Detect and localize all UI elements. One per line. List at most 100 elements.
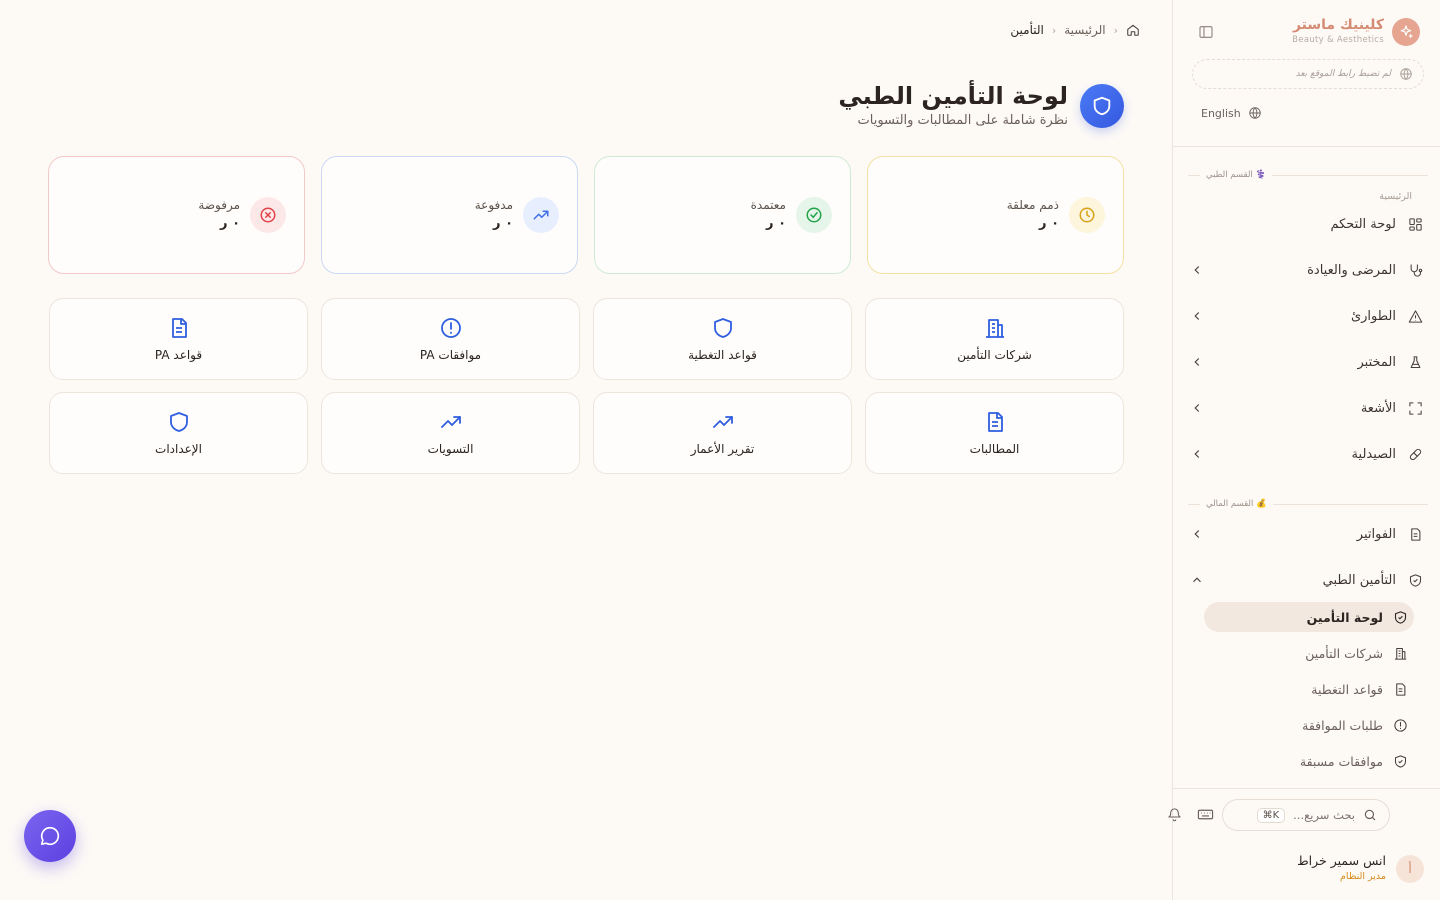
trending-up-icon bbox=[439, 410, 463, 434]
x-circle-icon bbox=[250, 197, 286, 233]
sidebar-item-label: التأمين الطبي bbox=[1322, 572, 1396, 588]
stat-label: مرفوضة bbox=[198, 198, 240, 212]
sidebar-item-emergency[interactable]: الطوارئ bbox=[1188, 301, 1424, 331]
sidebar-item-pharmacy[interactable]: الصيدلية bbox=[1188, 439, 1424, 469]
shield-check-icon bbox=[1393, 754, 1408, 769]
sidebar-item-insurance[interactable]: التأمين الطبي bbox=[1188, 565, 1424, 595]
tile-insurance-companies[interactable]: شركات التأمين bbox=[865, 298, 1124, 380]
tile-label: شركات التأمين bbox=[957, 348, 1032, 362]
shield-check-icon bbox=[1393, 610, 1408, 625]
stat-value: ٠ ر bbox=[766, 216, 786, 231]
shield-icon bbox=[711, 316, 735, 340]
sidebar-sub-label: قواعد التغطية bbox=[1311, 681, 1383, 697]
chevron-left-icon: ‹ bbox=[1051, 23, 1057, 37]
keyboard-icon[interactable] bbox=[1197, 806, 1214, 823]
sidebar: كلينيك ماستر Beauty & Aesthetics لم تضبط… bbox=[1168, 0, 1440, 900]
tile-label: الإعدادات bbox=[155, 442, 202, 456]
sidebar-divider bbox=[1172, 788, 1440, 789]
sidebar-sub-coverage-rules[interactable]: قواعد التغطية bbox=[1204, 674, 1414, 704]
sidebar-sub-label: موافقات مسبقة bbox=[1299, 753, 1383, 769]
sidebar-item-label: الطوارئ bbox=[1350, 308, 1396, 324]
sidebar-toggle-icon[interactable] bbox=[1198, 24, 1214, 40]
brand[interactable]: كلينيك ماستر Beauty & Aesthetics bbox=[1188, 16, 1424, 48]
stat-card-pending: ذمم معلقة ٠ ر bbox=[867, 156, 1124, 274]
brand-tagline: Beauty & Aesthetics bbox=[1292, 35, 1384, 45]
tile-coverage-rules[interactable]: قواعد التغطية bbox=[593, 298, 852, 380]
chat-button[interactable] bbox=[24, 810, 76, 862]
sidebar-sub-approval-requests[interactable]: طلبات الموافقة bbox=[1204, 710, 1414, 740]
sidebar-item-dashboard[interactable]: لوحة التحكم bbox=[1188, 209, 1424, 239]
stat-label: معتمدة bbox=[750, 198, 786, 212]
document-icon bbox=[983, 410, 1007, 434]
home-icon[interactable] bbox=[1126, 23, 1140, 37]
building-icon bbox=[983, 316, 1007, 340]
sidebar-item-patients[interactable]: المرضى والعيادة bbox=[1188, 255, 1424, 285]
sidebar-sub-insurance-companies[interactable]: شركات التأمين bbox=[1204, 638, 1414, 668]
alert-circle-icon bbox=[439, 316, 463, 340]
tile-claims[interactable]: المطالبات bbox=[865, 392, 1124, 474]
section-finance-label: 💰 القسم المالي bbox=[1206, 499, 1267, 509]
stat-card-rejected: مرفوضة ٠ ر bbox=[48, 156, 305, 274]
language-switch[interactable]: English bbox=[1201, 106, 1262, 120]
home-group-label: الرئيسية bbox=[1379, 191, 1412, 202]
stat-value: ٠ ر bbox=[220, 216, 240, 231]
tile-label: المطالبات bbox=[969, 442, 1020, 456]
sidebar-sub-label: طلبات الموافقة bbox=[1302, 717, 1383, 733]
stat-label: ذمم معلقة bbox=[1006, 198, 1059, 212]
warning-triangle-icon bbox=[1406, 309, 1424, 324]
search-shortcut: ⌘K bbox=[1256, 807, 1286, 823]
sidebar-sub-pre-approvals[interactable]: موافقات مسبقة bbox=[1204, 746, 1414, 776]
quick-search-input[interactable]: بحث سريع... ⌘K bbox=[1222, 799, 1390, 831]
document-icon bbox=[1393, 682, 1408, 697]
sidebar-item-label: المرضى والعيادة bbox=[1307, 262, 1396, 278]
page-header: لوحة التأمين الطبي نظرة شاملة على المطال… bbox=[824, 82, 1124, 132]
building-icon bbox=[1393, 646, 1408, 661]
section-medical: ⚕️ القسم الطبي bbox=[1188, 170, 1428, 180]
breadcrumb: ‹ الرئيسية ‹ التأمين bbox=[1010, 23, 1140, 37]
stat-card-approved: معتمدة ٠ ر bbox=[594, 156, 851, 274]
clock-icon bbox=[1069, 197, 1105, 233]
sidebar-item-lab[interactable]: المختبر bbox=[1188, 347, 1424, 377]
tile-aging-report[interactable]: تقرير الأعمار bbox=[593, 392, 852, 474]
globe-icon bbox=[1249, 107, 1261, 119]
tile-settlements[interactable]: التسويات bbox=[321, 392, 580, 474]
trending-up-icon bbox=[523, 197, 559, 233]
site-link-field[interactable]: لم تضبط رابط الموقع بعد bbox=[1192, 59, 1424, 89]
chevron-left-icon: ‹ bbox=[1113, 23, 1118, 37]
language-label: English bbox=[1201, 106, 1241, 120]
sidebar-divider bbox=[1172, 146, 1440, 147]
breadcrumb-current: التأمين bbox=[1010, 23, 1044, 37]
flask-icon bbox=[1406, 355, 1424, 370]
tile-pa-rules[interactable]: قواعد PA bbox=[49, 298, 308, 380]
breadcrumb-home[interactable]: الرئيسية bbox=[1064, 23, 1105, 37]
user-role: مدير النظام bbox=[1340, 871, 1386, 882]
sidebar-item-radiology[interactable]: الأشعة bbox=[1188, 393, 1424, 423]
sidebar-sub-label: لوحة التأمين bbox=[1306, 609, 1383, 625]
chevron-left-icon bbox=[1194, 312, 1200, 320]
sidebar-item-label: الأشعة bbox=[1360, 400, 1396, 416]
pill-icon bbox=[1406, 447, 1424, 462]
sidebar-item-invoices[interactable]: الفواتير bbox=[1188, 519, 1424, 549]
sidebar-sub-label: شركات التأمين bbox=[1305, 645, 1383, 661]
chevron-left-icon bbox=[1194, 530, 1200, 538]
bell-icon[interactable] bbox=[1167, 806, 1182, 823]
user-profile[interactable]: أ انس سمير خراط مدير النظام bbox=[1186, 852, 1426, 888]
stat-value: ٠ ر bbox=[1039, 216, 1059, 231]
page-subtitle: نظرة شاملة على المطالبات والتسويات bbox=[857, 113, 1068, 128]
tile-pa-approvals[interactable]: موافقات PA bbox=[321, 298, 580, 380]
stat-value: ٠ ر bbox=[493, 216, 513, 231]
sidebar-sub-insurance-dashboard[interactable]: لوحة التأمين bbox=[1204, 602, 1414, 632]
check-circle-icon bbox=[796, 197, 832, 233]
search-icon bbox=[1364, 809, 1376, 821]
chevron-left-icon bbox=[1194, 358, 1200, 366]
document-icon bbox=[167, 316, 191, 340]
chevron-left-icon bbox=[1194, 450, 1200, 458]
shield-icon bbox=[167, 410, 191, 434]
avatar: أ bbox=[1396, 855, 1424, 883]
tile-settings[interactable]: الإعدادات bbox=[49, 392, 308, 474]
sparkle-logo-icon bbox=[1392, 18, 1420, 46]
tile-label: قواعد PA bbox=[154, 348, 203, 362]
tile-label: التسويات bbox=[427, 442, 474, 456]
sidebar-item-label: الصيدلية bbox=[1351, 446, 1396, 462]
chat-bubble-icon bbox=[40, 826, 60, 846]
